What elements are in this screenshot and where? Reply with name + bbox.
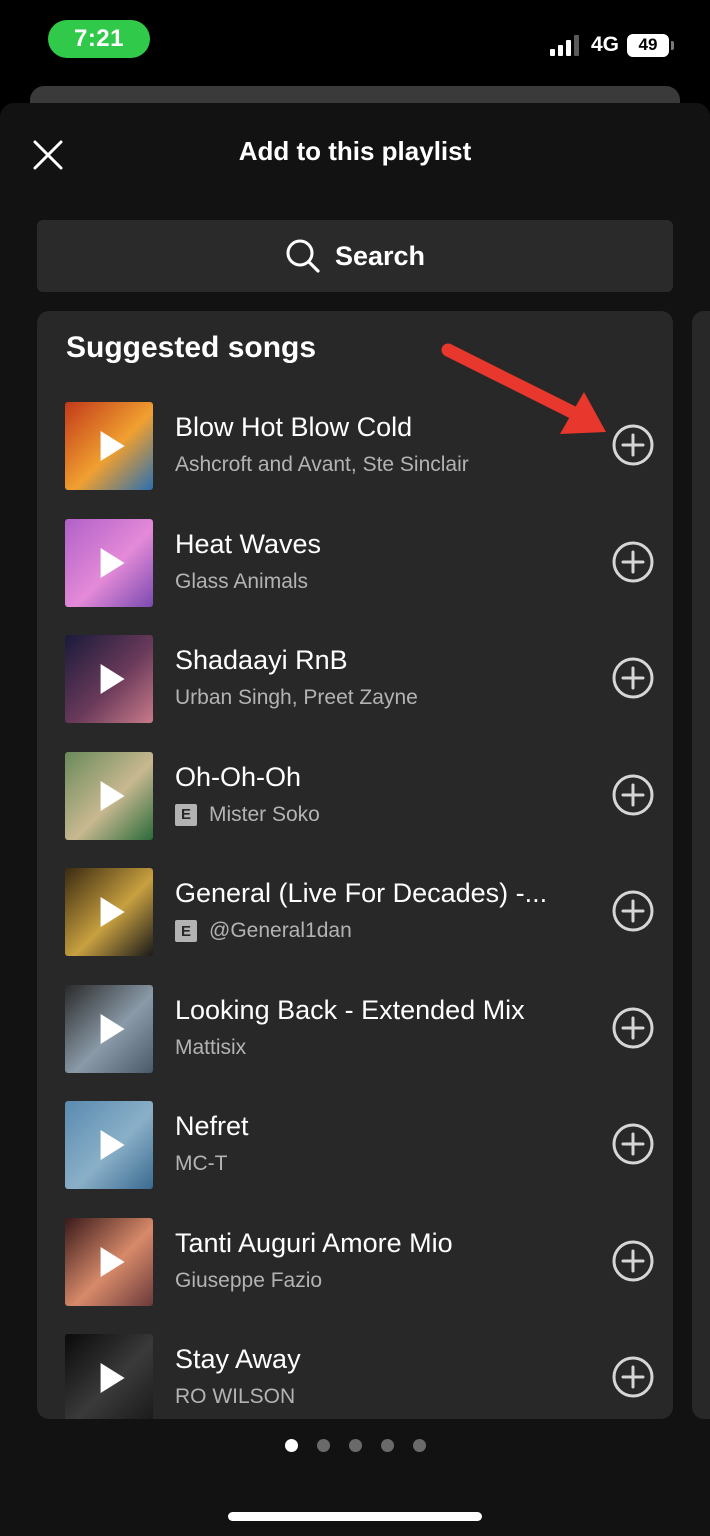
play-icon <box>100 897 125 927</box>
page-dot[interactable] <box>284 1439 298 1452</box>
suggested-songs-panel: Suggested songs Blow Hot Blow Cold Ashcr… <box>37 311 673 1419</box>
song-artist: Mattisix <box>175 1035 247 1059</box>
song-artist-line: Glass Animals <box>175 570 575 594</box>
play-icon <box>100 431 125 461</box>
sheet-title: Add to this playlist <box>238 136 472 166</box>
add-song-button[interactable] <box>611 773 655 817</box>
explicit-badge: E <box>175 920 197 942</box>
album-art[interactable] <box>65 1101 153 1189</box>
song-title: Stay Away <box>175 1344 301 1374</box>
play-icon <box>100 547 125 578</box>
search-label: Search <box>334 240 426 271</box>
song-artist: Urban Singh, Preet Zayne <box>175 686 418 709</box>
page-dot[interactable] <box>316 1439 330 1452</box>
plus-circle-icon <box>612 1356 654 1398</box>
add-song-button[interactable] <box>611 889 655 933</box>
play-icon <box>100 1013 125 1044</box>
plus-circle-icon <box>612 1123 654 1165</box>
plus-circle-icon <box>612 1007 654 1048</box>
search-icon <box>286 239 320 273</box>
song-title: Blow Hot Blow Cold <box>175 412 413 442</box>
cellular-signal-icon <box>549 34 579 56</box>
page-dot[interactable] <box>348 1439 362 1452</box>
song-row[interactable]: Stay Away RO WILSON <box>37 1331 673 1419</box>
song-title: Tanti Auguri Amore Mio <box>175 1227 453 1258</box>
add-song-button[interactable] <box>611 1006 655 1050</box>
add-song-button[interactable] <box>611 1122 655 1166</box>
plus-circle-icon <box>612 657 654 699</box>
song-title: Shadaayi RnB <box>175 645 348 675</box>
song-artist-line: MC-T <box>175 1152 575 1176</box>
song-artist: RO WILSON <box>175 1385 296 1408</box>
add-song-button[interactable] <box>611 1355 655 1399</box>
page-dot[interactable] <box>412 1439 426 1452</box>
album-art[interactable] <box>65 984 153 1073</box>
add-song-button[interactable] <box>611 540 655 584</box>
song-row[interactable]: Nefret MC-T <box>37 1098 673 1215</box>
song-artist-line: Urban Singh, Preet Zayne <box>175 686 575 710</box>
song-artist: Giuseppe Fazio <box>175 1268 323 1292</box>
song-title: Oh-Oh-Oh <box>175 761 302 792</box>
page-dot[interactable] <box>380 1439 394 1452</box>
song-row[interactable]: Oh-Oh-Oh E Mister Soko <box>37 749 673 866</box>
song-row[interactable]: General (Live For Decades) -... E @Gener… <box>37 865 673 982</box>
plus-circle-icon <box>612 424 654 466</box>
album-art[interactable] <box>65 868 153 956</box>
song-row[interactable]: Heat Waves Glass Animals <box>37 516 673 633</box>
song-title: General (Live For Decades) -... <box>175 878 548 908</box>
plus-circle-icon <box>612 1240 654 1281</box>
screen: 7:21 4G 49 Add to this playlist Search S… <box>0 0 710 1536</box>
song-row[interactable]: Blow Hot Blow Cold Ashcroft and Avant, S… <box>37 399 673 516</box>
page-indicator <box>0 1439 710 1452</box>
song-artist-line: RO WILSON <box>175 1385 575 1409</box>
album-art[interactable] <box>65 1334 153 1419</box>
song-list: Blow Hot Blow Cold Ashcroft and Avant, S… <box>37 399 673 1419</box>
play-icon <box>100 1246 125 1277</box>
status-time: 7:21 <box>48 20 150 58</box>
song-artist: Glass Animals <box>175 569 309 593</box>
album-art[interactable] <box>65 1217 153 1306</box>
plus-circle-icon <box>612 890 654 932</box>
song-artist-line: Giuseppe Fazio <box>175 1269 575 1293</box>
song-artist: MC-T <box>175 1152 228 1175</box>
battery-level: 49 <box>627 33 669 57</box>
play-icon <box>100 1130 125 1160</box>
play-icon <box>100 664 125 694</box>
add-song-button[interactable] <box>611 1239 655 1283</box>
suggested-songs-title: Suggested songs <box>66 331 317 364</box>
song-row[interactable]: Looking Back - Extended Mix Mattisix <box>37 982 673 1099</box>
search-button[interactable]: Search <box>37 220 673 292</box>
add-song-button[interactable] <box>611 423 655 467</box>
album-art[interactable] <box>65 635 153 723</box>
song-artist-line: Mattisix <box>175 1036 575 1060</box>
next-panel-peek[interactable] <box>692 311 710 1419</box>
plus-circle-icon <box>612 541 654 582</box>
play-icon <box>100 780 125 811</box>
song-title: Nefret <box>175 1111 249 1141</box>
status-indicators: 4G 49 <box>549 30 674 60</box>
status-bar: 7:21 4G 49 <box>0 0 710 84</box>
song-artist-line: E Mister Soko <box>175 803 575 827</box>
plus-circle-icon <box>612 774 654 815</box>
album-art[interactable] <box>65 751 153 840</box>
network-type: 4G <box>590 33 619 56</box>
song-row[interactable]: Tanti Auguri Amore Mio Giuseppe Fazio <box>37 1215 673 1332</box>
song-title: Heat Waves <box>175 528 322 559</box>
play-icon <box>100 1363 125 1393</box>
song-row[interactable]: Shadaayi RnB Urban Singh, Preet Zayne <box>37 632 673 749</box>
album-art[interactable] <box>65 402 153 490</box>
song-artist: Ashcroft and Avant, Ste Sinclair <box>175 453 469 476</box>
song-artist-line: Ashcroft and Avant, Ste Sinclair <box>175 453 575 477</box>
song-artist: Mister Soko <box>209 802 320 826</box>
song-artist: @General1dan <box>209 919 352 942</box>
song-title: Looking Back - Extended Mix <box>175 994 525 1025</box>
home-indicator[interactable] <box>228 1512 482 1521</box>
add-song-button[interactable] <box>611 656 655 700</box>
battery-icon: 49 <box>627 33 674 57</box>
song-artist-line: E @General1dan <box>175 919 575 943</box>
explicit-badge: E <box>175 803 197 826</box>
album-art[interactable] <box>65 518 153 607</box>
